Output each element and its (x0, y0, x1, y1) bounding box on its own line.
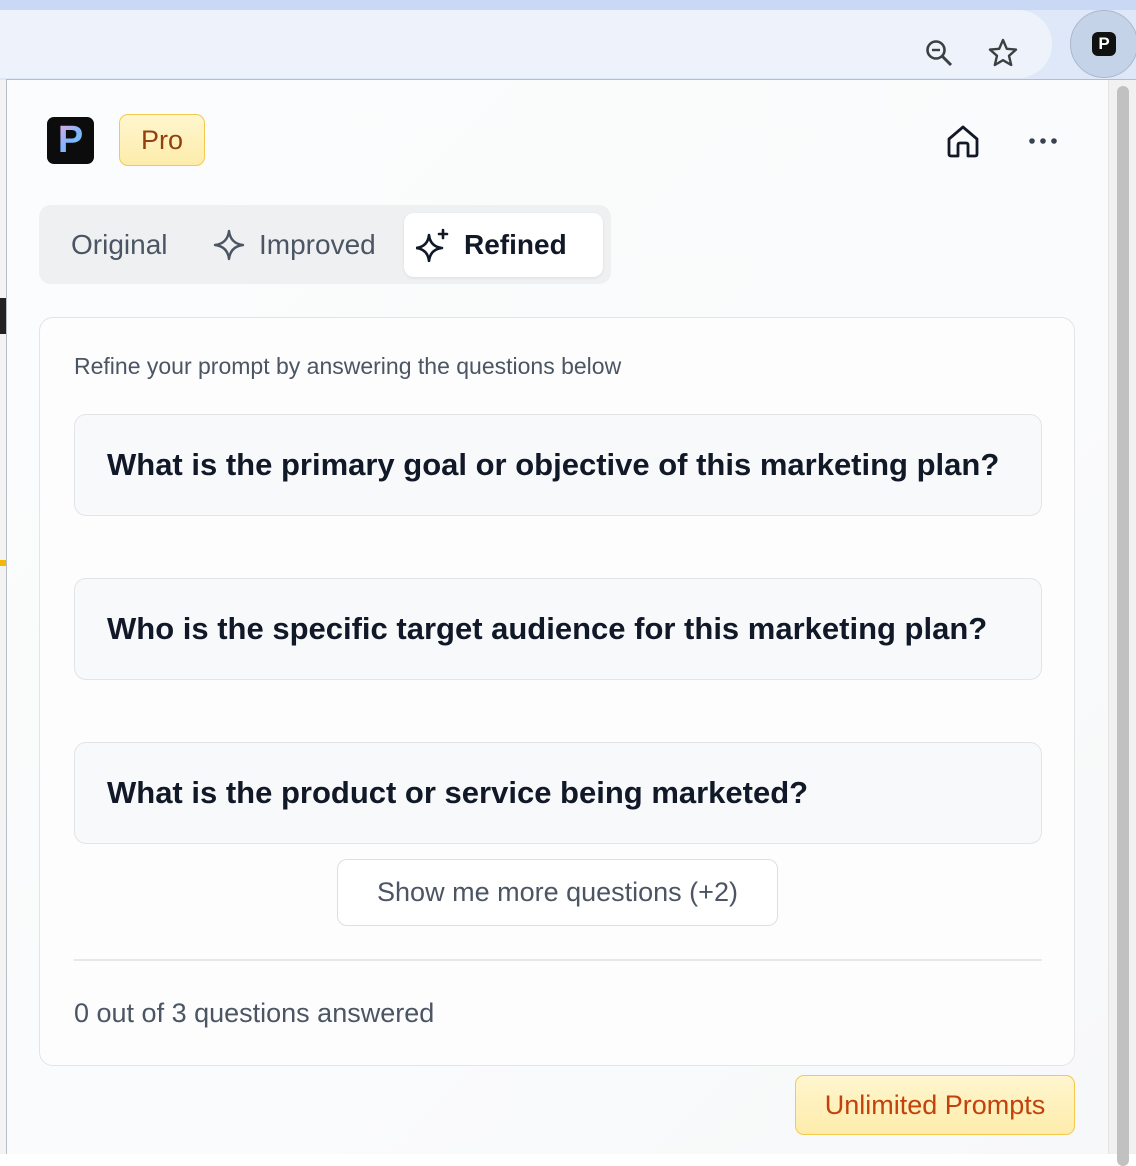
tab-improved[interactable]: Improved (201, 213, 388, 277)
extension-logo: P (1092, 32, 1116, 56)
divider (74, 959, 1042, 961)
scrollbar-thumb[interactable] (1117, 86, 1129, 1166)
bookmark-star-icon[interactable] (986, 36, 1020, 70)
browser-tabstrip (0, 0, 1136, 10)
answered-progress-text: 0 out of 3 questions answered (74, 998, 435, 1028)
question-card[interactable]: Who is the specific target audience for … (74, 578, 1042, 680)
more-options-icon (1029, 138, 1057, 144)
tab-original[interactable]: Original (59, 213, 179, 277)
unlimited-prompts-badge[interactable]: Unlimited Prompts (795, 1075, 1075, 1135)
sparkle-icon (213, 229, 245, 261)
show-more-questions-button[interactable]: Show me more questions (+2) (337, 859, 778, 926)
zoom-icon[interactable] (922, 36, 956, 70)
question-card[interactable]: What is the primary goal or objective of… (74, 414, 1042, 516)
tab-label: Refined (464, 229, 567, 260)
refine-questions-panel: Refine your prompt by answering the ques… (39, 317, 1075, 1066)
app-logo: P (47, 117, 94, 164)
extension-button[interactable]: P (1070, 10, 1136, 78)
app-logo-letter: P (57, 119, 84, 161)
address-bar[interactable] (0, 10, 1052, 78)
prompt-mode-tabs: Original Improved Refined (39, 205, 611, 284)
more-options-button[interactable] (1021, 119, 1065, 163)
tab-label: Improved (259, 229, 376, 260)
home-button[interactable] (941, 119, 985, 163)
extension-popup: P Pro Original Improved Refined Refine y… (6, 79, 1136, 1166)
tab-label: Original (71, 229, 168, 260)
pro-badge[interactable]: Pro (119, 114, 205, 166)
home-icon (947, 125, 979, 158)
tab-refined[interactable]: Refined (404, 213, 603, 277)
question-card[interactable]: What is the product or service being mar… (74, 742, 1042, 844)
panel-subtitle: Refine your prompt by answering the ques… (74, 353, 622, 379)
sparkles-icon (416, 228, 449, 262)
popup-scrollbar[interactable] (1108, 80, 1136, 1166)
